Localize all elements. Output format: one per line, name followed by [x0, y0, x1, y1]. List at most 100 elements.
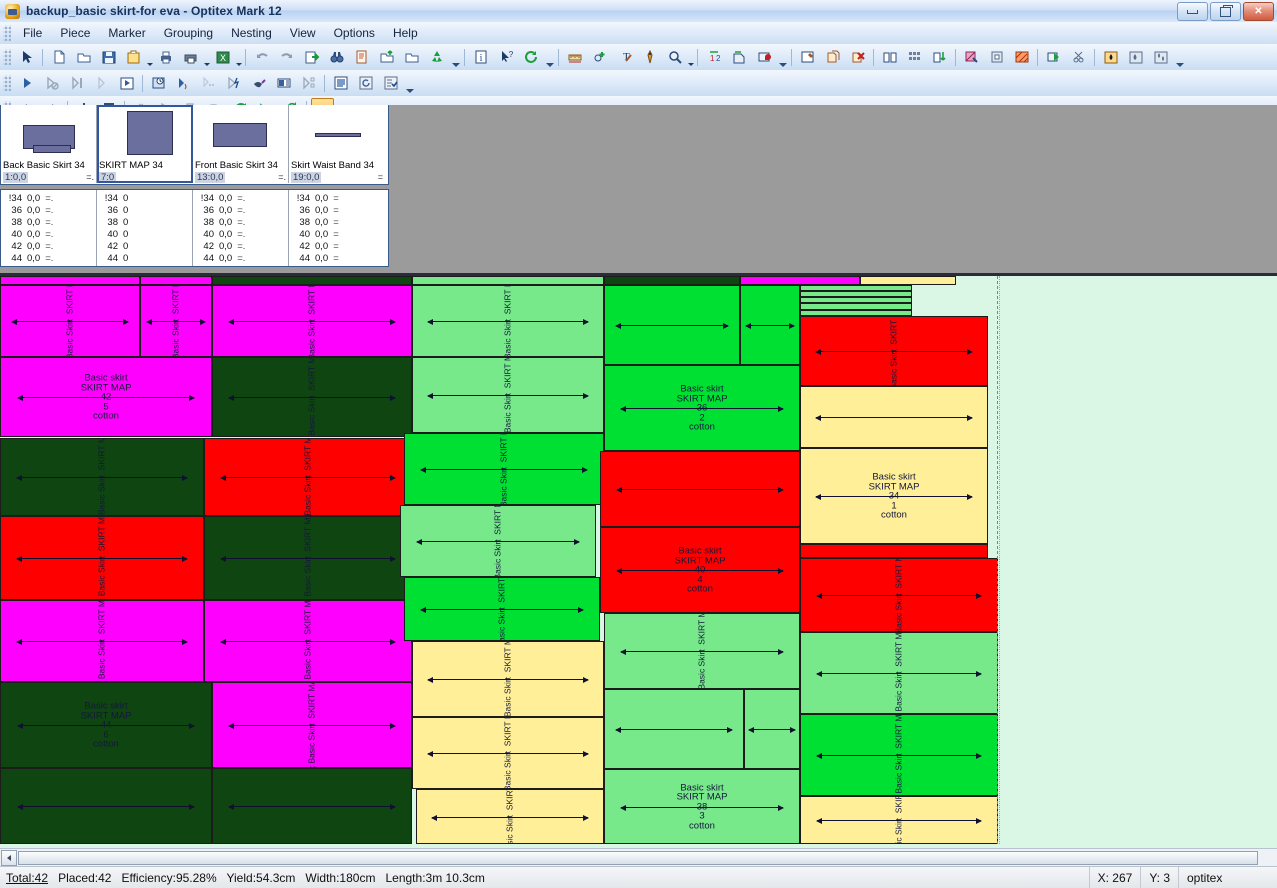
- size-row[interactable]: 42 0,0 =.: [197, 241, 288, 253]
- toolbar-overflow-button[interactable]: [450, 46, 461, 69]
- toolbar-dropdown-arrow[interactable]: [687, 45, 694, 70]
- marker-piece[interactable]: Basic skirt Back Basic Skirt SKIRT MAP 3…: [800, 632, 998, 714]
- marker-piece[interactable]: Basic skirt SKIRT MAP 40 4 cotton: [600, 527, 800, 613]
- size-row[interactable]: 42 0: [101, 241, 192, 253]
- size-row[interactable]: 38 0: [101, 217, 192, 229]
- marker-piece[interactable]: [740, 285, 800, 365]
- scissors-time-icon[interactable]: [1067, 46, 1090, 69]
- toolbar-overflow-button[interactable]: [1174, 46, 1185, 69]
- piece-thumbnail[interactable]: SKIRT MAP 34 7:0: [97, 105, 193, 183]
- close-button[interactable]: ✕: [1243, 2, 1274, 21]
- bundle-icon[interactable]: [727, 46, 750, 69]
- menu-piece[interactable]: Piece: [51, 23, 99, 43]
- stop-nesting-icon[interactable]: [40, 72, 63, 95]
- size-row[interactable]: 36 0,0 =: [293, 205, 385, 217]
- size-row[interactable]: 40 0: [101, 229, 192, 241]
- new-document-icon[interactable]: [47, 46, 70, 69]
- save-as-icon[interactable]: [122, 46, 145, 69]
- auto-nest-clock-icon[interactable]: [147, 72, 170, 95]
- size-row[interactable]: 40 0,0 =.: [5, 229, 96, 241]
- fill-hatch-icon[interactable]: [1010, 46, 1033, 69]
- text-tool-icon[interactable]: T: [613, 46, 636, 69]
- marker-piece[interactable]: [600, 451, 800, 527]
- size-row[interactable]: 40 0,0 =.: [197, 229, 288, 241]
- size-row[interactable]: 38 0,0 =.: [5, 217, 96, 229]
- size-row[interactable]: 38 0,0 =: [293, 217, 385, 229]
- menu-marker[interactable]: Marker: [99, 23, 154, 43]
- pointer-select-icon[interactable]: [15, 46, 38, 69]
- export-marker-icon[interactable]: [300, 46, 323, 69]
- cycle-view-icon[interactable]: [354, 72, 377, 95]
- size-row[interactable]: !34 0: [101, 193, 192, 205]
- find-binoculars-icon[interactable]: [325, 46, 348, 69]
- help-pointer-icon[interactable]: ?: [494, 46, 517, 69]
- minimize-button[interactable]: [1177, 2, 1208, 21]
- size-row[interactable]: 44 0: [101, 253, 192, 265]
- marker-piece[interactable]: Basic skirt Back Basic Skirt SKIRT MAP 3…: [400, 505, 596, 577]
- redo-icon[interactable]: [275, 46, 298, 69]
- piece-tools-icon[interactable]: [796, 46, 819, 69]
- marker-piece[interactable]: [212, 768, 412, 844]
- piece-thumbnail[interactable]: Skirt Waist Band 34 19:0,0 =: [289, 105, 385, 183]
- size-row[interactable]: 44 0,0 =.: [197, 253, 288, 265]
- size-row[interactable]: !34 0,0 =: [293, 193, 385, 205]
- pen-tool-icon[interactable]: [638, 46, 661, 69]
- marker-piece[interactable]: [604, 689, 744, 769]
- marker-piece[interactable]: Basic skirt Front Basic Skirt SKIRT MAP …: [416, 789, 604, 844]
- toolbar-grip[interactable]: [3, 75, 11, 91]
- report-icon[interactable]: [350, 46, 373, 69]
- marker-piece[interactable]: Basic skirt Back Basic Skirt SKIRT MAP 4…: [212, 285, 412, 357]
- open-right-icon[interactable]: [400, 46, 423, 69]
- open-folder-icon[interactable]: [72, 46, 95, 69]
- size-column[interactable]: !34 0 36 0 38 0 40 0 42 0 44 0: [97, 190, 193, 266]
- size-row[interactable]: 42 0,0 =.: [5, 241, 96, 253]
- marker-piece[interactable]: Basic skirt SKIRT MAP 36 2 cotton: [604, 365, 800, 451]
- marker-piece[interactable]: Basic skirt Front Basic Skirt SKIRT MAP …: [0, 600, 204, 682]
- marker-piece[interactable]: Basic skirt Front Basic Skirt SKIRT MAP …: [800, 796, 998, 844]
- size-row[interactable]: 36 0: [101, 205, 192, 217]
- scrollbar-thumb[interactable]: [18, 851, 1258, 865]
- marker-piece[interactable]: Basic skirt SKIRT MAP 44 6 cotton: [0, 682, 212, 768]
- size-row[interactable]: 44 0,0 =.: [5, 253, 96, 265]
- marker-piece[interactable]: Basic skirt SKIRT MAP 42 5 cotton: [0, 357, 212, 437]
- refresh-green-icon[interactable]: [519, 46, 542, 69]
- marker-piece[interactable]: Basic skirt Back Basic Skirt SKIRT MAP 4…: [204, 438, 412, 516]
- swap-pieces-icon[interactable]: [928, 46, 951, 69]
- marker-piece[interactable]: [604, 285, 740, 365]
- scroll-left-button[interactable]: [1, 850, 17, 866]
- marker-piece[interactable]: Basic skirt Front Basic Skirt SKIRT MAP …: [404, 433, 604, 505]
- flash-nest-icon[interactable]: [222, 72, 245, 95]
- marker-piece[interactable]: [412, 276, 604, 285]
- menu-file[interactable]: File: [14, 23, 51, 43]
- menu-options[interactable]: Options: [325, 23, 384, 43]
- size-row[interactable]: !34 0,0 =.: [5, 193, 96, 205]
- marker-piece[interactable]: [800, 544, 988, 558]
- toolbar-dropdown-arrow[interactable]: [203, 45, 210, 70]
- marker-piece[interactable]: [800, 303, 912, 310]
- buffer-icon[interactable]: [272, 72, 295, 95]
- add-point-icon[interactable]: [588, 46, 611, 69]
- size-row[interactable]: 42 0,0 =: [293, 241, 385, 253]
- marker-piece[interactable]: Basic skirt Back Basic Skirt SKIRT MAP 4…: [204, 516, 412, 600]
- toolbar-grip[interactable]: [3, 49, 11, 65]
- marker-piece[interactable]: Basic skirt Front Basic Skirt SKIRT MAP …: [140, 285, 212, 357]
- copy-piece-icon[interactable]: [821, 46, 844, 69]
- marker-canvas[interactable]: Basic skirt Front Basic Skirt SKIRT MAP …: [0, 273, 1277, 848]
- marker-piece[interactable]: Basic skirt Back Basic Skirt SKIRT MAP 3…: [404, 577, 600, 641]
- menu-help[interactable]: Help: [384, 23, 427, 43]
- piece-thumbnail[interactable]: Back Basic Skirt 34 1:0,0 =.: [1, 105, 97, 183]
- menu-nesting[interactable]: Nesting: [222, 23, 281, 43]
- print-preview-icon[interactable]: [179, 46, 202, 69]
- marker-piece[interactable]: [800, 386, 988, 448]
- excel-export-icon[interactable]: X: [211, 46, 234, 69]
- marker-piece[interactable]: Basic skirt Back Basic Skirt SKIRT MAP 4…: [800, 316, 988, 386]
- marker-piece[interactable]: Basic skirt Front Basic Skirt SKIRT MAP …: [412, 641, 604, 717]
- marker-piece[interactable]: Basic skirt Front Basic Skirt SKIRT MAP …: [0, 285, 140, 357]
- size-row[interactable]: 44 0,0 =: [293, 253, 385, 265]
- size-column[interactable]: !34 0,0 =. 36 0,0 =. 38 0,0 =. 40 0,0 =. 42 0,0 =. 44 0,…: [193, 190, 289, 266]
- marker-piece[interactable]: Basic skirt Front Basic Skirt SKIRT MAP …: [0, 438, 204, 516]
- marker-piece[interactable]: Basic skirt Front Basic Skirt SKIRT MAP …: [412, 357, 604, 433]
- toolbar-overflow-button[interactable]: [777, 46, 788, 69]
- toolbar-overflow-button[interactable]: [544, 46, 555, 69]
- marker-piece[interactable]: Basic skirt Back Basic Skirt SKIRT MAP 4…: [212, 357, 412, 437]
